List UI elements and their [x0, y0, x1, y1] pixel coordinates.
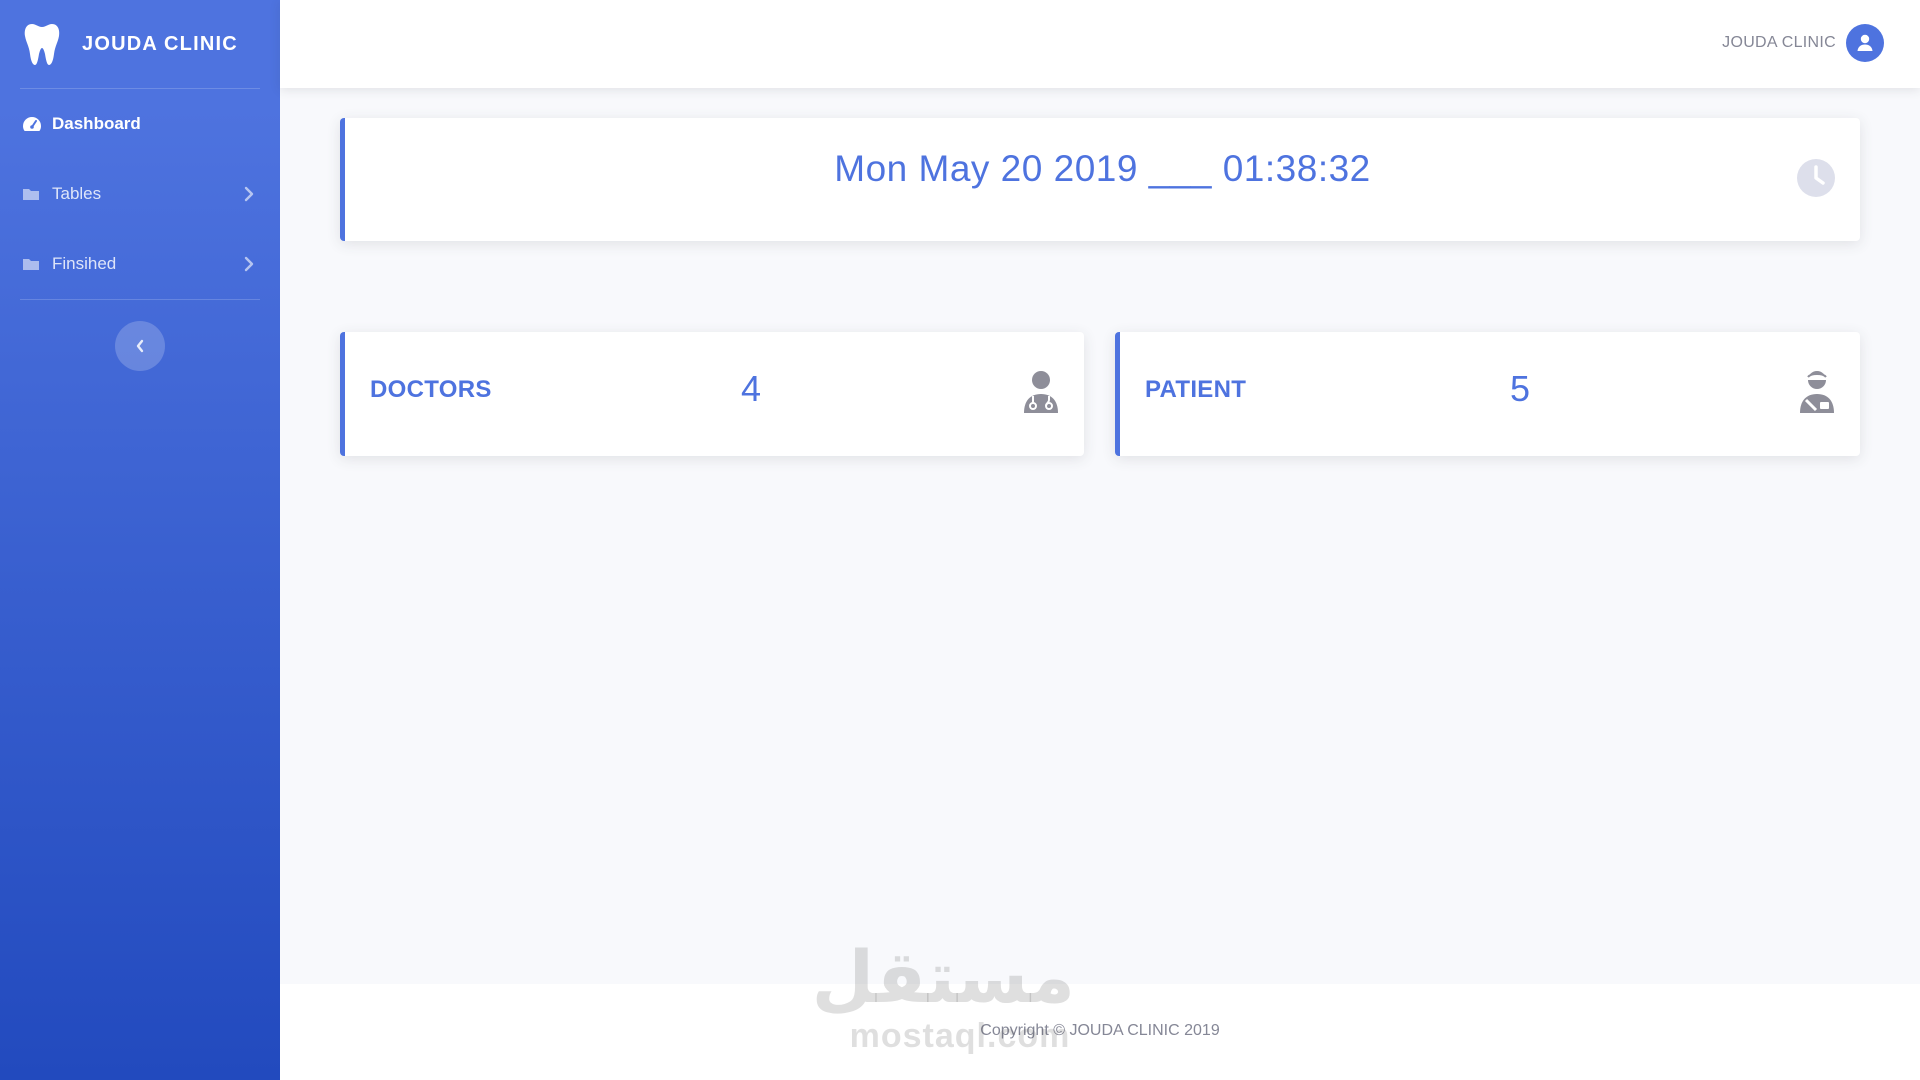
- user-name: JOUDA CLINIC: [1722, 34, 1836, 51]
- brand[interactable]: JOUDA CLINIC: [0, 0, 280, 88]
- sidebar-item-tables[interactable]: Tables: [0, 159, 280, 229]
- doctors-count: 4: [741, 368, 762, 409]
- patient-label: PATIENT: [1145, 376, 1247, 403]
- sidebar-item-dashboard[interactable]: Dashboard: [0, 89, 280, 159]
- brand-name: JOUDA CLINIC: [82, 32, 238, 55]
- patient-card[interactable]: PATIENT 5: [1115, 332, 1860, 456]
- user-doctor-icon: [1024, 371, 1058, 413]
- tooth-icon: [24, 24, 60, 65]
- sidebar-divider: [20, 299, 260, 300]
- sidebar-item-finished[interactable]: Finsihed: [0, 229, 280, 299]
- copyright-text: Copyright © JOUDA CLINIC 2019: [980, 1022, 1220, 1039]
- doctors-label: DOCTORS: [370, 376, 492, 403]
- topbar: JOUDA CLINIC: [280, 0, 1920, 88]
- user-menu[interactable]: JOUDA CLINIC: [1722, 24, 1884, 62]
- clock-text: Mon May 20 2019 ___ 01:38:32: [834, 148, 1371, 189]
- sidebar-toggle-button[interactable]: [115, 321, 165, 371]
- clock-icon: [1797, 159, 1835, 197]
- sidebar: JOUDA CLINIC Dashboard Tables Finsihed: [0, 0, 280, 1080]
- user-circle-icon: [1846, 24, 1884, 62]
- patient-count: 5: [1510, 368, 1531, 409]
- tachometer-icon: [22, 116, 42, 132]
- sidebar-item-label: Tables: [52, 184, 102, 203]
- sidebar-item-label: Finsihed: [52, 254, 117, 273]
- sidebar-item-label: Dashboard: [52, 114, 141, 133]
- folder-icon: [22, 186, 42, 202]
- chevron-right-icon: [244, 256, 254, 272]
- doctors-card[interactable]: DOCTORS 4: [340, 332, 1084, 456]
- chevron-right-icon: [244, 186, 254, 202]
- clock-card: Mon May 20 2019 ___ 01:38:32: [340, 118, 1860, 241]
- folder-icon: [22, 256, 42, 272]
- user-injured-icon: [1800, 371, 1834, 413]
- chevron-left-icon: [136, 339, 144, 353]
- footer: Copyright © JOUDA CLINIC 2019: [280, 984, 1920, 1080]
